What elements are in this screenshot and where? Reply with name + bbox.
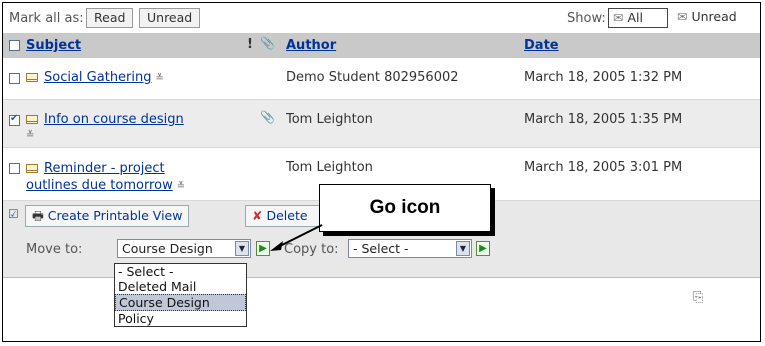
- envelope-icon: [26, 73, 38, 82]
- paperclip-icon: 📎: [260, 110, 275, 124]
- thread-icon: ≚: [176, 181, 186, 192]
- envelopes-icon: ✉: [613, 10, 624, 25]
- envelope-icon: [26, 115, 38, 124]
- chevron-down-icon: ▼: [235, 241, 249, 256]
- date-cell: March 18, 2005 3:01 PM: [524, 160, 683, 175]
- subject-cell: Social Gathering ≚: [26, 70, 164, 85]
- table-header: Subject ! 📎 Author Date: [3, 33, 760, 58]
- show-all-button[interactable]: ✉ All: [608, 8, 668, 28]
- option-select[interactable]: - Select -: [115, 264, 246, 279]
- copy-to-select[interactable]: - Select - ▼: [348, 239, 472, 258]
- row-checkbox[interactable]: [9, 73, 20, 84]
- mark-all-label: Mark all as:: [9, 11, 84, 26]
- envelope-icon: [26, 164, 38, 173]
- move-to-select[interactable]: Course Design ▼: [117, 239, 251, 258]
- column-important: !: [247, 37, 253, 52]
- chevron-down-icon: ▼: [456, 241, 470, 256]
- show-label: Show:: [567, 11, 606, 26]
- table-row: Social Gathering ≚ Demo Student 802956002…: [3, 58, 760, 100]
- subject-cell: Info on course design ≚: [26, 112, 236, 142]
- message-subject-link[interactable]: Social Gathering: [44, 70, 152, 85]
- author-cell: Demo Student 802956002: [286, 70, 459, 85]
- option-course-design[interactable]: Course Design: [115, 294, 246, 311]
- delete-icon: ✘: [252, 208, 263, 223]
- mark-unread-button[interactable]: Unread: [139, 8, 201, 28]
- author-cell: Tom Leighton: [286, 112, 373, 127]
- checkbox-icon: ☑: [8, 207, 19, 221]
- printer-icon: 🖶: [32, 208, 44, 223]
- option-policy[interactable]: Policy: [115, 311, 246, 326]
- message-subject-link[interactable]: Reminder - project: [44, 161, 165, 176]
- column-date[interactable]: Date: [524, 38, 559, 53]
- select-all-checkbox[interactable]: [9, 40, 20, 51]
- move-to-label: Move to:: [26, 242, 83, 257]
- copy-to-label: Copy to:: [284, 242, 339, 257]
- go-arrow-icon[interactable]: ▶: [476, 241, 490, 256]
- move-to-options-list: - Select - Deleted Mail Course Design Po…: [114, 263, 247, 327]
- author-cell: Tom Leighton: [286, 160, 373, 175]
- thread-icon: ≚: [155, 73, 164, 84]
- envelope-unread-icon: ✉: [677, 9, 688, 24]
- go-arrow-icon[interactable]: ▶: [256, 241, 270, 256]
- create-printable-view-button[interactable]: 🖶 Create Printable View: [25, 205, 190, 227]
- column-author[interactable]: Author: [286, 38, 336, 53]
- row-checkbox[interactable]: [9, 163, 20, 174]
- mark-all-bar: Mark all as: Read Unread Show: ✉ All ✉ U…: [3, 3, 760, 33]
- copy-page-icon[interactable]: ⎘: [693, 290, 703, 305]
- go-icon-callout: Go icon: [319, 184, 491, 232]
- paperclip-icon: 📎: [260, 36, 275, 50]
- thread-icon: ≚: [26, 130, 35, 141]
- row-checkbox[interactable]: [9, 113, 20, 126]
- option-deleted-mail[interactable]: Deleted Mail: [115, 279, 246, 294]
- subject-cell: Reminder - project outlines due tomorrow…: [26, 160, 256, 195]
- message-subject-link-continued[interactable]: outlines due tomorrow: [26, 178, 173, 193]
- mark-read-button[interactable]: Read: [86, 8, 134, 28]
- show-unread-button[interactable]: ✉ Unread: [673, 8, 757, 28]
- date-cell: March 18, 2005 1:32 PM: [524, 70, 683, 85]
- column-subject[interactable]: Subject: [26, 38, 81, 53]
- delete-button[interactable]: ✘ Delete: [245, 205, 325, 227]
- message-subject-link[interactable]: Info on course design: [44, 112, 184, 127]
- date-cell: March 18, 2005 1:35 PM: [524, 112, 683, 127]
- table-row: Info on course design ≚ 📎 Tom Leighton Ma…: [3, 100, 760, 148]
